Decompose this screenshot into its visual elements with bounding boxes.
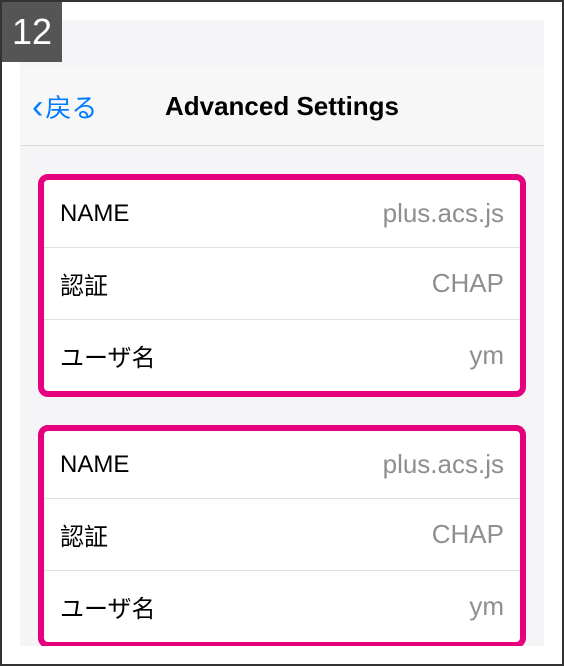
back-button-label: 戻る [45, 88, 97, 125]
table-row[interactable]: NAME plus.acs.js [44, 431, 520, 499]
row-value: ym [469, 591, 504, 622]
row-label: ユーザ名 [60, 589, 156, 624]
row-label: ユーザ名 [60, 338, 156, 373]
row-value: CHAP [432, 268, 504, 299]
table-row[interactable]: 認証 CHAP [44, 499, 520, 571]
table-row[interactable]: 認証 CHAP [44, 248, 520, 320]
row-value: plus.acs.js [383, 198, 504, 229]
step-number: 12 [12, 11, 52, 53]
row-label: NAME [60, 200, 129, 228]
settings-section-2: NAME plus.acs.js 認証 CHAP ユーザ名 ym [38, 425, 526, 646]
navigation-bar: ‹ 戻る Advanced Settings [20, 68, 544, 146]
row-label: NAME [60, 451, 129, 479]
row-label: 認証 [60, 266, 108, 301]
table-row[interactable]: NAME plus.acs.js [44, 180, 520, 248]
row-value: CHAP [432, 519, 504, 550]
step-number-badge: 12 [2, 2, 62, 62]
table-row[interactable]: ユーザ名 ym [44, 320, 520, 391]
row-value: ym [469, 340, 504, 371]
back-button[interactable]: ‹ 戻る [32, 88, 97, 125]
settings-screen: ‹ 戻る Advanced Settings NAME plus.acs.js … [20, 20, 544, 646]
settings-section-1: NAME plus.acs.js 認証 CHAP ユーザ名 ym [38, 174, 526, 397]
page-title: Advanced Settings [165, 91, 399, 122]
row-label: 認証 [60, 517, 108, 552]
table-row[interactable]: ユーザ名 ym [44, 571, 520, 642]
row-value: plus.acs.js [383, 449, 504, 480]
chevron-left-icon: ‹ [32, 90, 43, 124]
